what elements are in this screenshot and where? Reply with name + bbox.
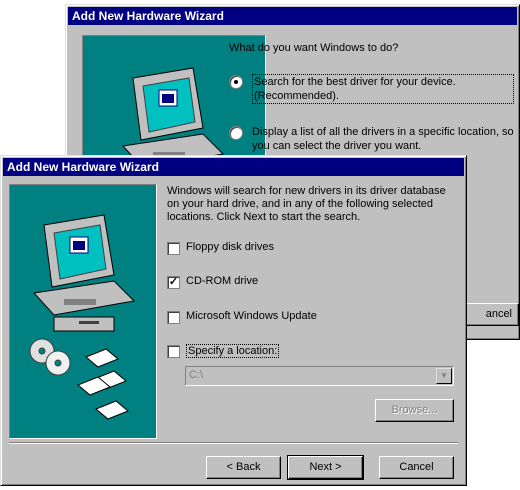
back-button[interactable]: < Back [206,456,281,479]
floppy-label: Floppy disk drives [186,241,275,253]
cdrom-label: CD-ROM drive [186,275,259,287]
checkbox-cd-rom-drive[interactable]: ✓ CD-ROM drive [167,275,258,289]
radio-unselected-icon[interactable] [229,126,243,140]
checkbox-unchecked-icon[interactable] [167,311,180,324]
cd-disks-icon [29,338,71,376]
computer-icon [33,214,136,332]
front-wizard-illustration [9,184,157,439]
windows-update-label: Microsoft Windows Update [186,310,317,322]
checkbox-floppy-disk-drives[interactable]: Floppy disk drives [167,241,274,255]
front-wizard-window: Add New Hardware Wizard Windows will sea… [0,155,467,486]
browse-button[interactable]: Browse... [375,399,454,422]
back-label: < Back [226,461,261,473]
back-wizard-titlebar: Add New Hardware Wizard [68,7,517,25]
checkbox-microsoft-windows-update[interactable]: Microsoft Windows Update [167,310,317,324]
checkbox-unchecked-icon[interactable] [167,242,180,255]
cancel-label: Cancel [399,461,434,473]
location-combobox[interactable]: C:\ ▼ [185,366,454,386]
front-wizard-description: Windows will search for new drivers in i… [167,185,446,223]
checkbox-checked-icon[interactable]: ✓ [167,276,180,289]
location-value: C:\ [189,369,204,381]
divider [9,442,458,444]
back-option-display-driver-list[interactable]: Display a list of all the drivers in a s… [229,125,514,153]
next-button[interactable]: Next > [287,455,364,480]
back-wizard-question: What do you want Windows to do? [229,42,399,54]
floppy-disks-icon [77,348,129,420]
back-option1-label: Search for the best driver for your devi… [252,74,514,104]
chevron-down-icon[interactable]: ▼ [436,368,452,384]
next-label: Next > [309,461,342,473]
front-wizard-titlebar: Add New Hardware Wizard [3,158,464,176]
specify-location-label: Specify a location: [186,344,280,358]
radio-selected-icon[interactable] [229,75,243,89]
checkbox-specify-location[interactable]: Specify a location: [167,344,280,358]
back-cancel-label: ancel [485,308,512,320]
checkbox-unchecked-icon[interactable] [167,345,180,358]
browse-label: Browse... [391,404,438,416]
back-option-search-best-driver[interactable]: Search for the best driver for your devi… [229,74,514,104]
back-option2-label: Display a list of all the drivers in a s… [252,126,514,152]
cancel-button[interactable]: Cancel [379,456,454,479]
